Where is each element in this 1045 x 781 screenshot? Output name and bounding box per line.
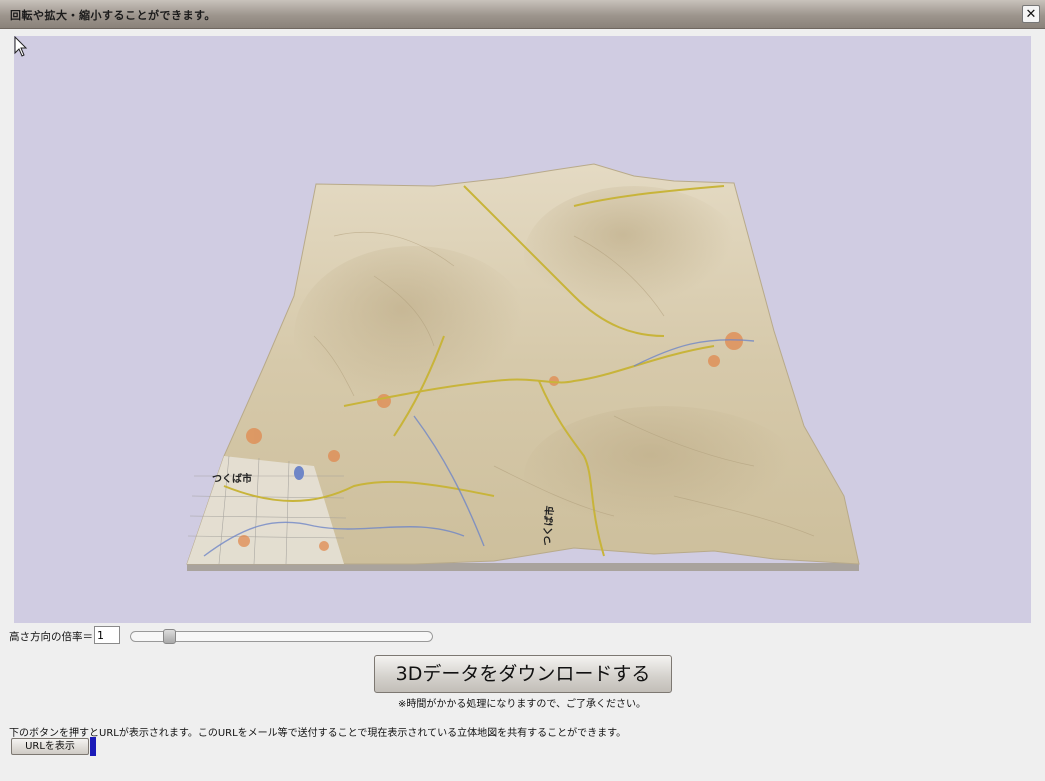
3d-map-viewer[interactable]: つくば市 つくば市	[14, 36, 1031, 623]
height-scale-slider[interactable]	[130, 629, 433, 644]
height-scale-input[interactable]	[94, 626, 120, 644]
url-output-caret	[90, 737, 96, 756]
show-url-button[interactable]: URLを表示	[11, 738, 89, 755]
slider-thumb[interactable]	[163, 629, 176, 644]
close-icon[interactable]: ✕	[1022, 5, 1040, 23]
terrain-model[interactable]: つくば市 つくば市	[14, 36, 1031, 623]
mouse-cursor-icon	[14, 36, 28, 57]
map-label-tsukuba-1: つくば市	[212, 472, 252, 485]
share-instructions: 下のボタンを押すとURLが表示されます。このURLをメール等で送付することで現在…	[9, 728, 627, 739]
download-note: ※時間がかかる処理になりますので、ご了承ください。	[398, 699, 646, 710]
title-bar: 回転や拡大・縮小することができます。 ✕	[0, 0, 1045, 29]
height-scale-label: 高さ方向の倍率＝	[9, 631, 93, 643]
window-title: 回転や拡大・縮小することができます。	[10, 9, 216, 22]
download-3d-button[interactable]: 3Dデータをダウンロードする	[374, 655, 672, 693]
